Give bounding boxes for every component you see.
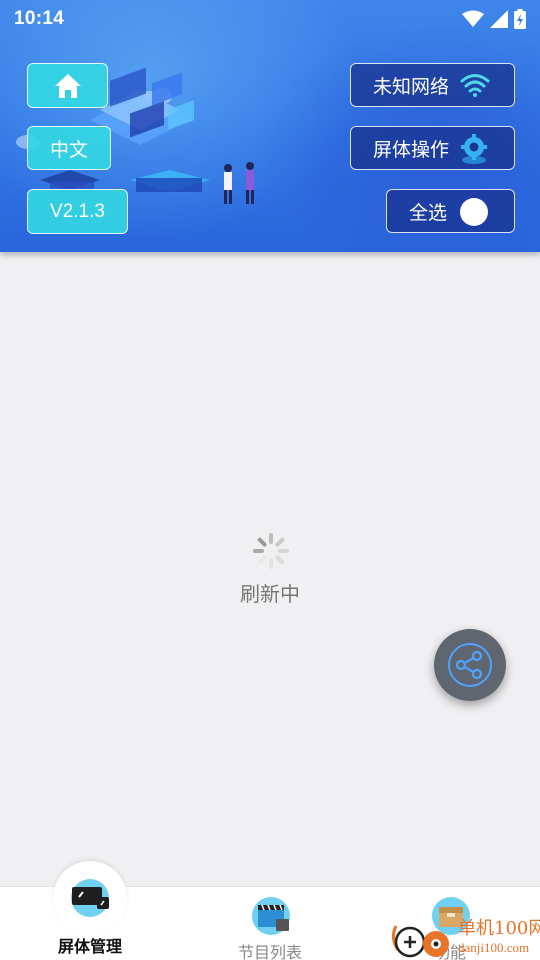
share-button[interactable] bbox=[434, 629, 506, 701]
screen-operation-button[interactable]: 屏体操作 bbox=[350, 126, 515, 170]
status-bar: 10:14 bbox=[0, 0, 540, 38]
clapperboard-icon bbox=[258, 904, 289, 931]
status-time: 10:14 bbox=[14, 8, 65, 29]
select-all-label: 全选 bbox=[409, 202, 448, 224]
version-button[interactable]: V2.1.3 bbox=[27, 189, 128, 234]
wifi-signal-icon bbox=[462, 10, 484, 27]
network-status-button[interactable]: 未知网络 bbox=[350, 63, 515, 107]
nav-item-program-list[interactable]: 节目列表 bbox=[180, 887, 360, 960]
watermark-text: 单机100网 bbox=[458, 918, 540, 939]
home-icon bbox=[54, 73, 81, 98]
loading-text: 刷新中 bbox=[240, 584, 300, 606]
gear-icon bbox=[461, 134, 487, 164]
watermark-url: danji100.com bbox=[458, 940, 530, 955]
select-all-toggle[interactable]: 全选 bbox=[386, 189, 515, 233]
screen-operation-label: 屏体操作 bbox=[373, 139, 450, 161]
loading-spinner-icon bbox=[253, 533, 289, 569]
share-icon bbox=[448, 643, 492, 687]
nav-active-bump bbox=[53, 861, 127, 935]
home-button[interactable] bbox=[27, 63, 108, 108]
nav-label-screen-management: 屏体管理 bbox=[57, 939, 122, 956]
header-banner: 10:14 中文 V2.1.3 未知网络 屏体操作 全选 bbox=[0, 0, 540, 252]
watermark-logo-icon bbox=[391, 925, 449, 958]
language-button[interactable]: 中文 bbox=[27, 126, 111, 170]
select-all-knob[interactable] bbox=[460, 198, 488, 226]
battery-icon bbox=[514, 9, 526, 29]
network-label: 未知网络 bbox=[373, 76, 450, 98]
watermark: 单机100网 danji100.com bbox=[388, 912, 540, 960]
status-icons bbox=[462, 9, 526, 29]
nav-label-program-list: 节目列表 bbox=[237, 945, 302, 960]
screen-device-icon bbox=[72, 887, 109, 909]
wifi-icon bbox=[460, 74, 490, 97]
nav-item-screen-management[interactable]: 屏体管理 bbox=[0, 861, 180, 960]
cell-signal-icon bbox=[490, 10, 508, 28]
